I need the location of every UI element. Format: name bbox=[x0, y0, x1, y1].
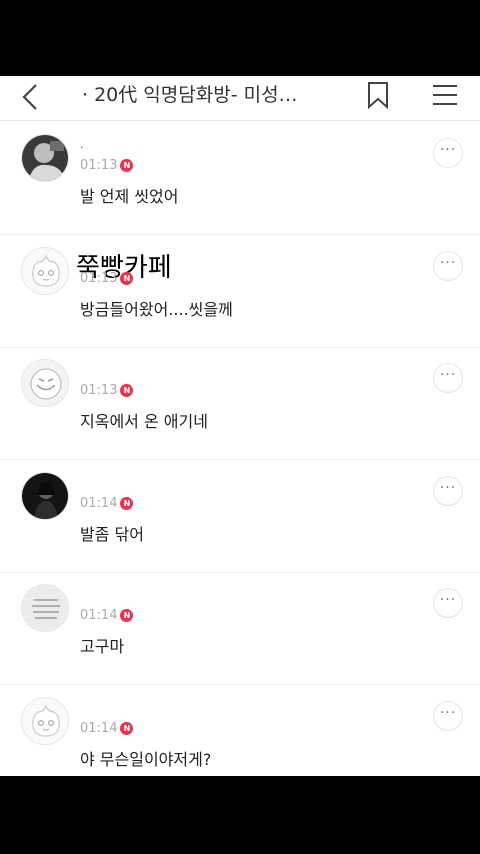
timestamp: 01:14 N bbox=[80, 721, 134, 737]
chat-message: 01:14 N 발좀 닦어 ··· bbox=[0, 460, 480, 573]
chat-message: 쭉빵카페 01:13 N 방금들어왔어....씻을께 ··· bbox=[0, 235, 480, 348]
message-text: 방금들어왔어....씻을께 bbox=[80, 300, 233, 319]
avatar[interactable] bbox=[21, 697, 69, 745]
more-options-button[interactable]: ··· bbox=[433, 476, 463, 506]
more-options-button[interactable]: ··· bbox=[433, 251, 463, 281]
chat-message: 01:14 N 야 무슨일이야저게? ··· bbox=[0, 685, 480, 776]
room-title: · 20代 익명담화방- 미성… bbox=[82, 84, 298, 106]
timestamp: 01:13 N bbox=[80, 383, 134, 399]
more-options-button[interactable]: ··· bbox=[433, 701, 463, 731]
timestamp: 01:13 N bbox=[80, 158, 134, 174]
sender-name: . bbox=[80, 138, 84, 151]
avatar[interactable] bbox=[21, 584, 69, 632]
timestamp: 01:14 N bbox=[80, 608, 134, 624]
new-badge: N bbox=[120, 272, 134, 285]
new-badge: N bbox=[120, 497, 134, 510]
message-text: 야 무슨일이야저게? bbox=[80, 750, 212, 769]
message-text: 고구마 bbox=[80, 637, 125, 656]
avatar[interactable] bbox=[21, 472, 69, 520]
message-text: 발좀 닦어 bbox=[80, 525, 144, 544]
chat-message: . 01:13 N 발 언제 씻었어 ··· bbox=[0, 122, 480, 235]
menu-icon[interactable] bbox=[432, 82, 458, 108]
message-text: 발 언제 씻었어 bbox=[80, 187, 179, 206]
avatar[interactable] bbox=[21, 247, 69, 295]
timestamp: 01:14 N bbox=[80, 496, 134, 512]
timestamp: 01:13 N bbox=[80, 271, 134, 287]
avatar[interactable] bbox=[21, 359, 69, 407]
avatar[interactable] bbox=[21, 134, 69, 182]
header-bar: · 20代 익명담화방- 미성… bbox=[0, 76, 480, 121]
new-badge: N bbox=[120, 159, 134, 172]
new-badge: N bbox=[120, 722, 134, 735]
more-options-button[interactable]: ··· bbox=[433, 363, 463, 393]
back-arrow-icon[interactable] bbox=[18, 82, 46, 112]
more-options-button[interactable]: ··· bbox=[433, 138, 463, 168]
chat-screen: · 20代 익명담화방- 미성… . 01:13N 발 언제 씻었어 ··· bbox=[0, 76, 480, 776]
bookmark-icon[interactable] bbox=[367, 81, 389, 109]
new-badge: N bbox=[120, 609, 134, 622]
chat-message: 01:13 N 지옥에서 온 애기네 ··· bbox=[0, 347, 480, 460]
message-text: 지옥에서 온 애기네 bbox=[80, 412, 208, 431]
new-badge: N bbox=[120, 384, 134, 397]
more-options-button[interactable]: ··· bbox=[433, 588, 463, 618]
chat-message: 01:14 N 고구마 ··· bbox=[0, 572, 480, 685]
